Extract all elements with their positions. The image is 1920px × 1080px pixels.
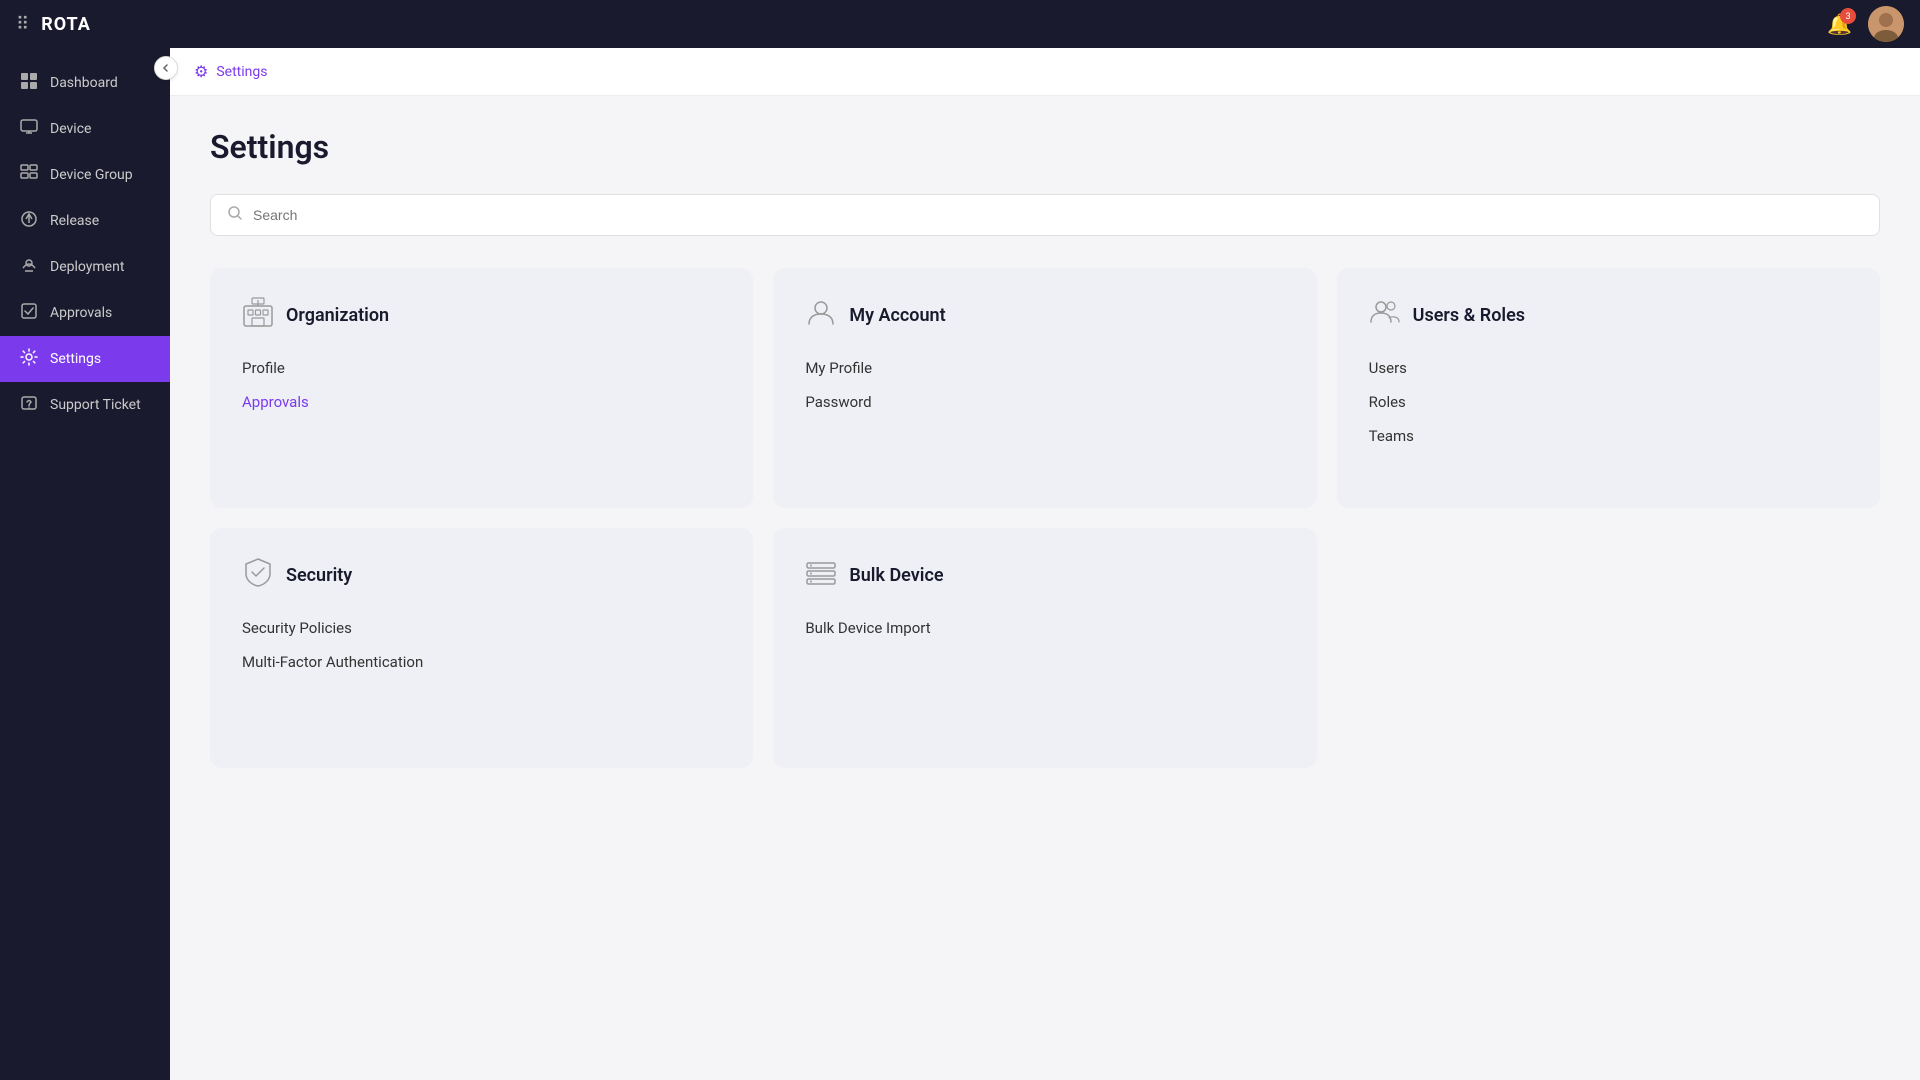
organization-icon bbox=[242, 296, 274, 335]
my-account-icon bbox=[805, 296, 837, 335]
deployment-icon bbox=[20, 256, 38, 278]
card-my-account: My Account My Profile Password bbox=[773, 268, 1316, 508]
breadcrumb-text: Settings bbox=[216, 64, 267, 80]
sidebar-label-settings: Settings bbox=[50, 351, 101, 367]
users-roles-icon bbox=[1369, 296, 1401, 335]
link-approvals[interactable]: Approvals bbox=[242, 393, 721, 411]
main-content: ⚙ Settings Settings bbox=[170, 48, 1920, 1080]
card-organization-title: Organization bbox=[286, 305, 389, 326]
search-icon bbox=[227, 205, 243, 225]
link-teams[interactable]: Teams bbox=[1369, 427, 1848, 445]
dashboard-icon bbox=[20, 72, 38, 94]
card-organization-links: Profile Approvals bbox=[242, 359, 721, 411]
grid-icon[interactable]: ⠿ bbox=[16, 14, 29, 35]
sidebar-collapse-button[interactable] bbox=[154, 56, 178, 80]
card-bulk-device-title: Bulk Device bbox=[849, 565, 943, 586]
page-title: Settings bbox=[210, 128, 1880, 166]
card-users-roles-links: Users Roles Teams bbox=[1369, 359, 1848, 445]
cards-row-2: Security Security Policies Multi-Factor … bbox=[210, 528, 1880, 768]
sidebar-item-approvals[interactable]: Approvals bbox=[0, 290, 170, 336]
sidebar-label-deployment: Deployment bbox=[50, 259, 124, 275]
sidebar-label-device-group: Device Group bbox=[50, 167, 133, 183]
topbar-left: ⠿ ROTA bbox=[16, 14, 91, 35]
link-profile[interactable]: Profile bbox=[242, 359, 721, 377]
bulk-device-icon bbox=[805, 556, 837, 595]
sidebar-label-device: Device bbox=[50, 121, 91, 137]
sidebar: Dashboard Device Device Group bbox=[0, 48, 170, 1080]
card-security-header: Security bbox=[242, 556, 721, 595]
security-icon bbox=[242, 556, 274, 595]
sidebar-label-release: Release bbox=[50, 213, 99, 229]
topbar: ⠿ ROTA 🔔 3 bbox=[0, 0, 1920, 48]
notification-badge: 3 bbox=[1840, 8, 1856, 24]
topbar-right: 🔔 3 bbox=[1827, 6, 1904, 42]
breadcrumb-icon: ⚙ bbox=[194, 62, 208, 81]
sidebar-item-support-ticket[interactable]: Support Ticket bbox=[0, 382, 170, 428]
avatar[interactable] bbox=[1868, 6, 1904, 42]
avatar-face bbox=[1868, 6, 1904, 42]
link-roles[interactable]: Roles bbox=[1369, 393, 1848, 411]
card-security: Security Security Policies Multi-Factor … bbox=[210, 528, 753, 768]
sidebar-item-device-group[interactable]: Device Group bbox=[0, 152, 170, 198]
notifications-button[interactable]: 🔔 3 bbox=[1827, 12, 1852, 37]
card-my-account-title: My Account bbox=[849, 305, 945, 326]
sidebar-item-dashboard[interactable]: Dashboard bbox=[0, 60, 170, 106]
card-my-account-header: My Account bbox=[805, 296, 1284, 335]
search-input[interactable] bbox=[253, 207, 1863, 223]
sidebar-label-approvals: Approvals bbox=[50, 305, 112, 321]
link-users[interactable]: Users bbox=[1369, 359, 1848, 377]
approvals-icon bbox=[20, 302, 38, 324]
sidebar-label-dashboard: Dashboard bbox=[50, 75, 118, 91]
link-security-policies[interactable]: Security Policies bbox=[242, 619, 721, 637]
link-password[interactable]: Password bbox=[805, 393, 1284, 411]
settings-icon bbox=[20, 348, 38, 370]
settings-content: Settings bbox=[170, 96, 1920, 1080]
card-empty bbox=[1337, 528, 1880, 768]
card-bulk-device: Bulk Device Bulk Device Import bbox=[773, 528, 1316, 768]
cards-row-1: Organization Profile Approvals My bbox=[210, 268, 1880, 508]
card-users-roles: Users & Roles Users Roles Teams bbox=[1337, 268, 1880, 508]
link-my-profile[interactable]: My Profile bbox=[805, 359, 1284, 377]
card-users-roles-header: Users & Roles bbox=[1369, 296, 1848, 335]
card-organization: Organization Profile Approvals bbox=[210, 268, 753, 508]
sidebar-label-support-ticket: Support Ticket bbox=[50, 397, 141, 413]
card-organization-header: Organization bbox=[242, 296, 721, 335]
sidebar-item-settings[interactable]: Settings bbox=[0, 336, 170, 382]
card-security-title: Security bbox=[286, 565, 352, 586]
device-group-icon bbox=[20, 164, 38, 186]
card-bulk-device-header: Bulk Device bbox=[805, 556, 1284, 595]
card-my-account-links: My Profile Password bbox=[805, 359, 1284, 411]
breadcrumb: ⚙ Settings bbox=[170, 48, 1920, 96]
support-ticket-icon bbox=[20, 394, 38, 416]
app-logo: ROTA bbox=[41, 14, 91, 35]
card-bulk-device-links: Bulk Device Import bbox=[805, 619, 1284, 637]
sidebar-item-release[interactable]: Release bbox=[0, 198, 170, 244]
release-icon bbox=[20, 210, 38, 232]
card-security-links: Security Policies Multi-Factor Authentic… bbox=[242, 619, 721, 671]
device-icon bbox=[20, 118, 38, 140]
sidebar-item-deployment[interactable]: Deployment bbox=[0, 244, 170, 290]
card-users-roles-title: Users & Roles bbox=[1413, 305, 1525, 326]
link-mfa[interactable]: Multi-Factor Authentication bbox=[242, 653, 721, 671]
search-box bbox=[210, 194, 1880, 236]
link-bulk-device-import[interactable]: Bulk Device Import bbox=[805, 619, 1284, 637]
sidebar-item-device[interactable]: Device bbox=[0, 106, 170, 152]
